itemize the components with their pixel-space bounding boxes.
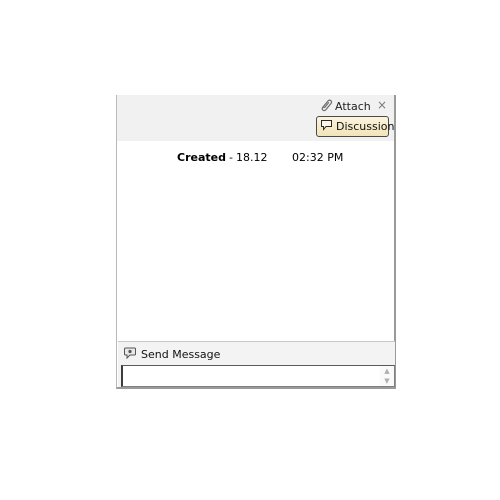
attach-label: Attach xyxy=(335,99,371,113)
discussion-label: Discussion xyxy=(336,120,395,133)
history-separator: - xyxy=(228,151,233,164)
message-input[interactable] xyxy=(121,365,395,387)
chat-bubble-icon xyxy=(124,347,141,362)
discussion-panel: Attach × Discussion Created -18.12 02:32 … xyxy=(116,95,396,389)
send-message-section: Send Message ▲ ▼ xyxy=(118,341,395,387)
history-entry: Created -18.12 02:32 PM xyxy=(177,151,377,165)
history-date: 18.12 xyxy=(235,151,268,164)
history-time: 02:32 PM xyxy=(292,151,344,164)
discussion-button[interactable]: Discussion xyxy=(316,116,395,137)
paperclip-icon xyxy=(319,97,335,116)
scroll-down-icon[interactable]: ▼ xyxy=(380,376,394,386)
send-message-label: Send Message xyxy=(141,347,221,361)
message-scrollbar[interactable]: ▲ ▼ xyxy=(380,366,394,386)
scroll-up-icon[interactable]: ▲ xyxy=(380,366,394,376)
speech-bubble-icon xyxy=(320,119,336,134)
close-icon: × xyxy=(376,98,388,112)
panel-toolbar: Attach × Discussion xyxy=(117,95,395,141)
close-button[interactable]: × xyxy=(376,98,388,112)
attach-button[interactable]: Attach xyxy=(319,97,371,115)
send-message-header: Send Message xyxy=(124,346,220,362)
history-action: Created xyxy=(177,151,226,164)
